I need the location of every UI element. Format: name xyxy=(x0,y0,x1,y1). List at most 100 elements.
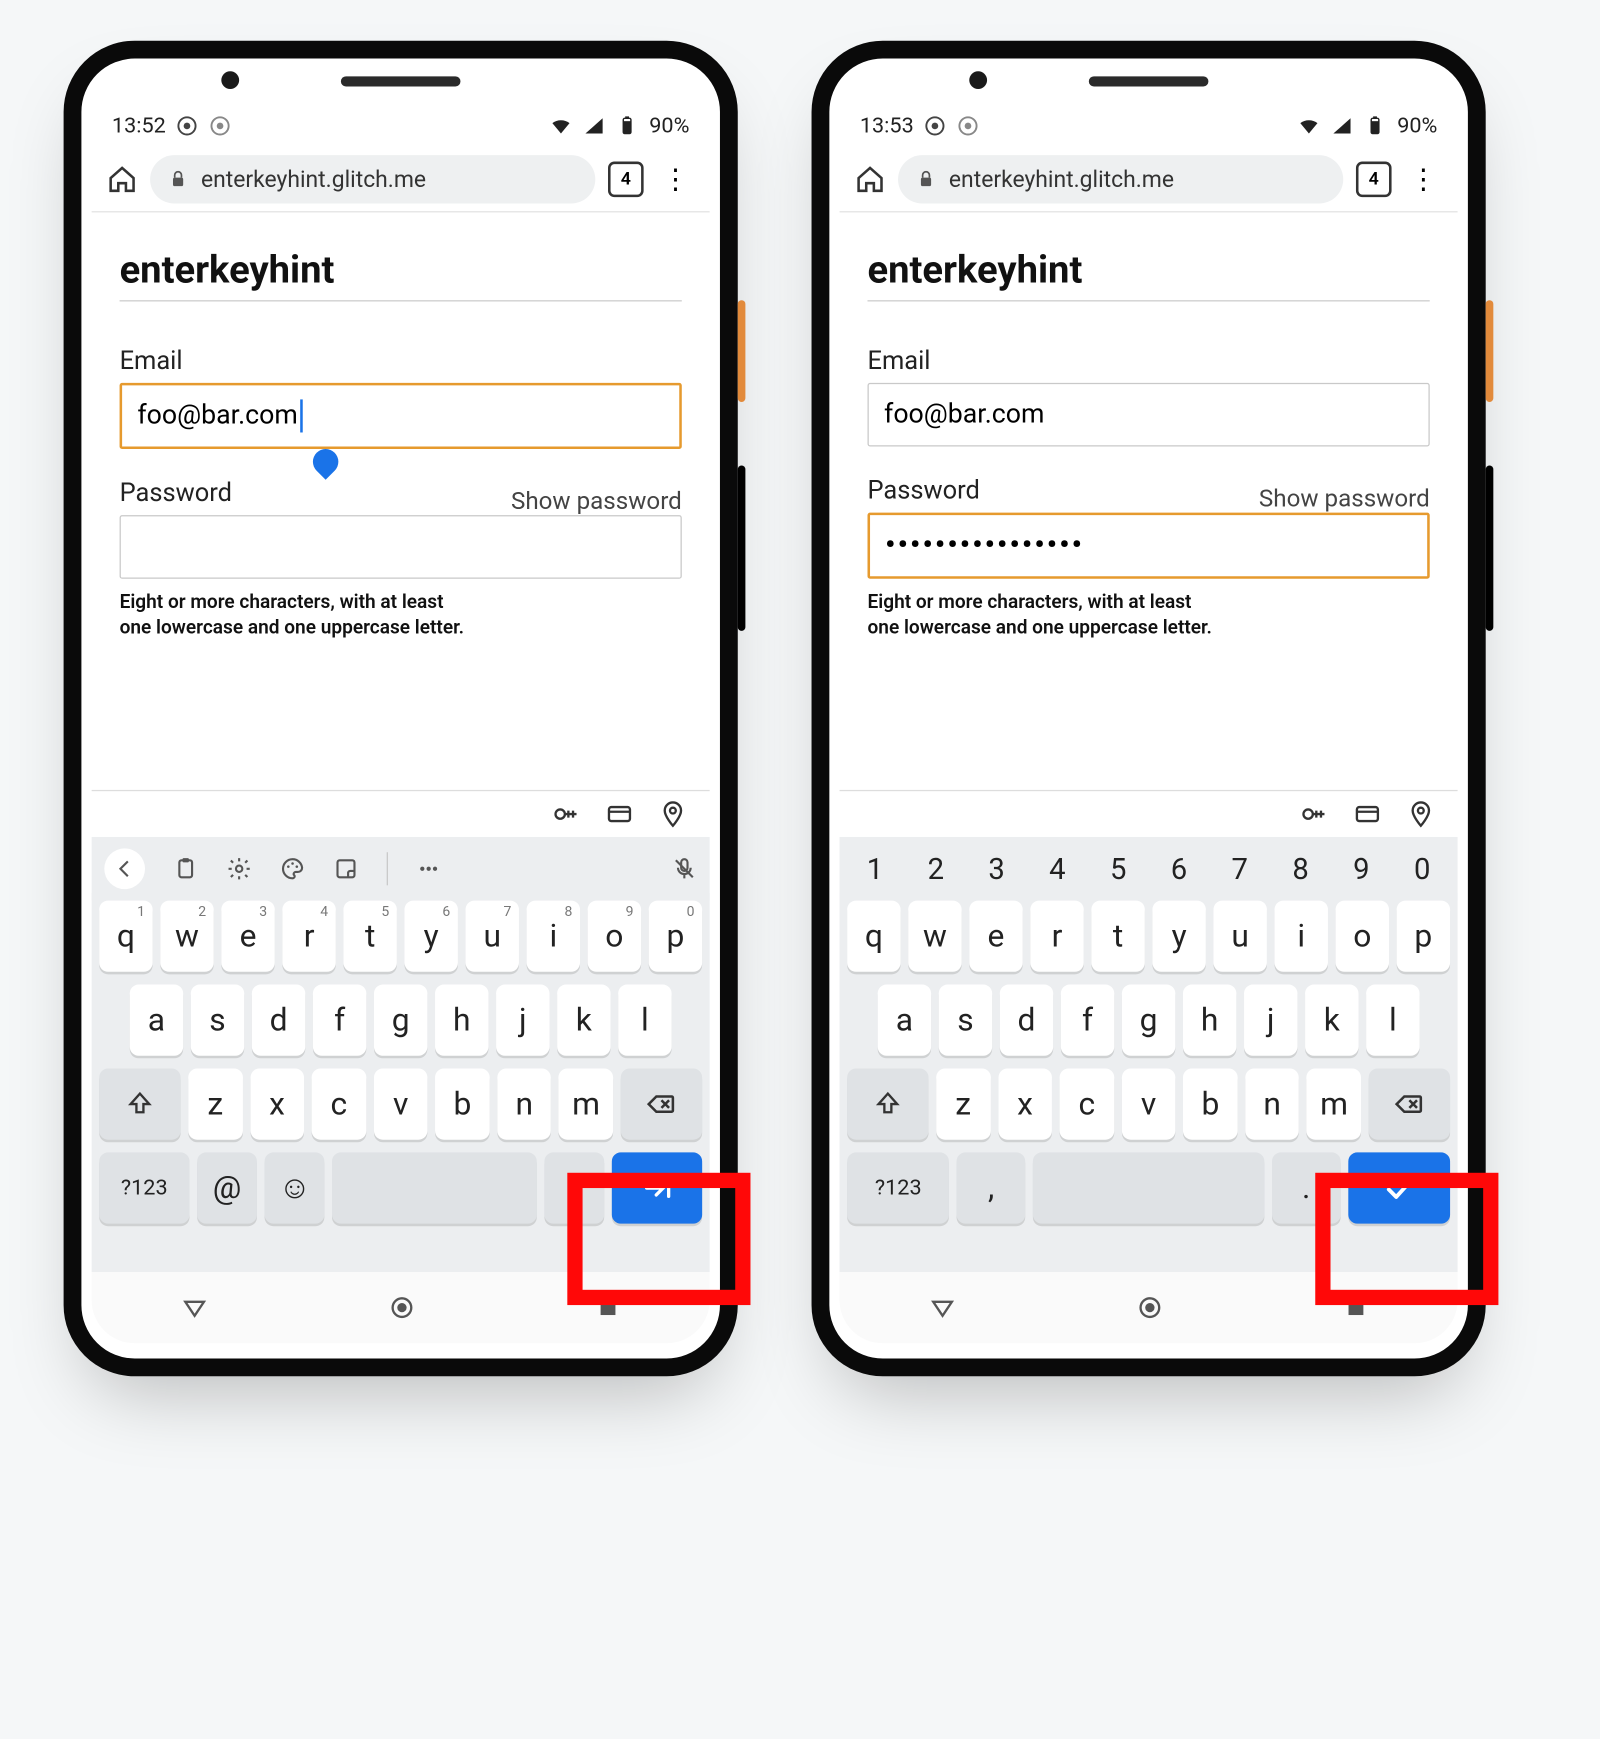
key-q[interactable]: q xyxy=(847,901,900,972)
password-field[interactable]: •••••••••••••••• xyxy=(868,513,1430,579)
numkey-0[interactable]: 0 xyxy=(1392,852,1453,886)
key-z[interactable]: z xyxy=(188,1068,242,1139)
key-n[interactable]: n xyxy=(497,1068,551,1139)
numkey-3[interactable]: 3 xyxy=(966,852,1027,886)
show-password-toggle[interactable]: Show password xyxy=(511,486,682,515)
show-password-toggle[interactable]: Show password xyxy=(1259,483,1430,512)
keyboard-back-button[interactable] xyxy=(104,848,145,889)
key-e[interactable]: e xyxy=(969,901,1022,972)
key-p[interactable]: p xyxy=(1397,901,1450,972)
palette-icon[interactable] xyxy=(280,856,305,881)
key-i[interactable]: i8 xyxy=(527,901,580,972)
gear-icon[interactable] xyxy=(226,856,251,881)
key-h[interactable]: h xyxy=(1183,985,1236,1056)
text-selection-handle[interactable] xyxy=(308,444,344,480)
key-f[interactable]: f xyxy=(1061,985,1114,1056)
key-u[interactable]: u xyxy=(1213,901,1266,972)
backspace-key[interactable] xyxy=(621,1068,702,1139)
key-r[interactable]: r4 xyxy=(282,901,335,972)
key-j[interactable]: j xyxy=(496,985,549,1056)
backspace-key[interactable] xyxy=(1369,1068,1450,1139)
key-v[interactable]: v xyxy=(374,1068,428,1139)
nav-home-icon[interactable] xyxy=(1136,1294,1164,1322)
tab-switcher-button[interactable]: 4 xyxy=(1356,162,1392,198)
tab-switcher-button[interactable]: 4 xyxy=(608,162,644,198)
numkey-7[interactable]: 7 xyxy=(1209,852,1270,886)
key-z[interactable]: z xyxy=(936,1068,990,1139)
key-u[interactable]: u7 xyxy=(466,901,519,972)
url-bar[interactable]: enterkeyhint.glitch.me xyxy=(898,155,1343,203)
key-b[interactable]: b xyxy=(1183,1068,1237,1139)
nav-back-icon[interactable] xyxy=(181,1294,209,1322)
key-h[interactable]: h xyxy=(435,985,488,1056)
key-v[interactable]: v xyxy=(1122,1068,1176,1139)
browser-menu-button[interactable]: ⋮ xyxy=(1404,163,1442,195)
key-k[interactable]: k xyxy=(1305,985,1358,1056)
key-t[interactable]: t5 xyxy=(343,901,396,972)
numkey-4[interactable]: 4 xyxy=(1027,852,1088,886)
key-x[interactable]: x xyxy=(998,1068,1052,1139)
more-icon[interactable] xyxy=(416,856,441,881)
password-key-icon[interactable] xyxy=(552,800,580,828)
key-m[interactable]: m xyxy=(559,1068,613,1139)
credit-card-icon[interactable] xyxy=(605,800,633,828)
nav-back-icon[interactable] xyxy=(929,1294,957,1322)
key-a[interactable]: a xyxy=(878,985,931,1056)
key-c[interactable]: c xyxy=(1060,1068,1114,1139)
location-pin-icon[interactable] xyxy=(1407,800,1435,828)
password-field[interactable] xyxy=(120,515,682,579)
space-key[interactable] xyxy=(1033,1152,1265,1223)
key-g[interactable]: g xyxy=(374,985,427,1056)
key-c[interactable]: c xyxy=(312,1068,366,1139)
key-w[interactable]: w xyxy=(908,901,961,972)
key-b[interactable]: b xyxy=(435,1068,489,1139)
numkey-6[interactable]: 6 xyxy=(1149,852,1210,886)
home-icon[interactable] xyxy=(855,164,886,195)
key-f[interactable]: f xyxy=(313,985,366,1056)
shift-key[interactable] xyxy=(847,1068,928,1139)
key-n[interactable]: n xyxy=(1245,1068,1299,1139)
key-k[interactable]: k xyxy=(557,985,610,1056)
url-bar[interactable]: enterkeyhint.glitch.me xyxy=(150,155,595,203)
key-o[interactable]: o9 xyxy=(588,901,641,972)
key-q[interactable]: q1 xyxy=(99,901,152,972)
numkey-5[interactable]: 5 xyxy=(1088,852,1149,886)
home-icon[interactable] xyxy=(107,164,138,195)
email-field[interactable]: foo@bar.com xyxy=(868,383,1430,447)
numkey-9[interactable]: 9 xyxy=(1331,852,1392,886)
emoji-key[interactable]: ☺ xyxy=(265,1152,325,1223)
key-e[interactable]: e3 xyxy=(221,901,274,972)
browser-menu-button[interactable]: ⋮ xyxy=(656,163,694,195)
key-p[interactable]: p0 xyxy=(649,901,702,972)
numkey-2[interactable]: 2 xyxy=(905,852,966,886)
key-r[interactable]: r xyxy=(1030,901,1083,972)
key-t[interactable]: t xyxy=(1091,901,1144,972)
key-y[interactable]: y6 xyxy=(404,901,457,972)
key-x[interactable]: x xyxy=(250,1068,304,1139)
key-o[interactable]: o xyxy=(1336,901,1389,972)
key-a[interactable]: a xyxy=(130,985,183,1056)
key-s[interactable]: s xyxy=(191,985,244,1056)
key-l[interactable]: l xyxy=(618,985,671,1056)
email-field[interactable]: foo@bar.com xyxy=(120,383,682,449)
key-j[interactable]: j xyxy=(1244,985,1297,1056)
comma-key[interactable]: , xyxy=(957,1152,1025,1223)
sticker-icon[interactable] xyxy=(333,856,358,881)
numkey-8[interactable]: 8 xyxy=(1270,852,1331,886)
key-i[interactable]: i xyxy=(1275,901,1328,972)
numkey-1[interactable]: 1 xyxy=(845,852,906,886)
space-key[interactable] xyxy=(332,1152,536,1223)
at-key[interactable]: @ xyxy=(197,1152,257,1223)
key-m[interactable]: m xyxy=(1307,1068,1361,1139)
credit-card-icon[interactable] xyxy=(1353,800,1381,828)
shift-key[interactable] xyxy=(99,1068,180,1139)
key-s[interactable]: s xyxy=(939,985,992,1056)
password-key-icon[interactable] xyxy=(1300,800,1328,828)
location-pin-icon[interactable] xyxy=(659,800,687,828)
symbols-key[interactable]: ?123 xyxy=(99,1152,189,1223)
key-l[interactable]: l xyxy=(1366,985,1419,1056)
key-g[interactable]: g xyxy=(1122,985,1175,1056)
mic-off-icon[interactable] xyxy=(672,856,697,881)
nav-home-icon[interactable] xyxy=(388,1294,416,1322)
key-d[interactable]: d xyxy=(252,985,305,1056)
